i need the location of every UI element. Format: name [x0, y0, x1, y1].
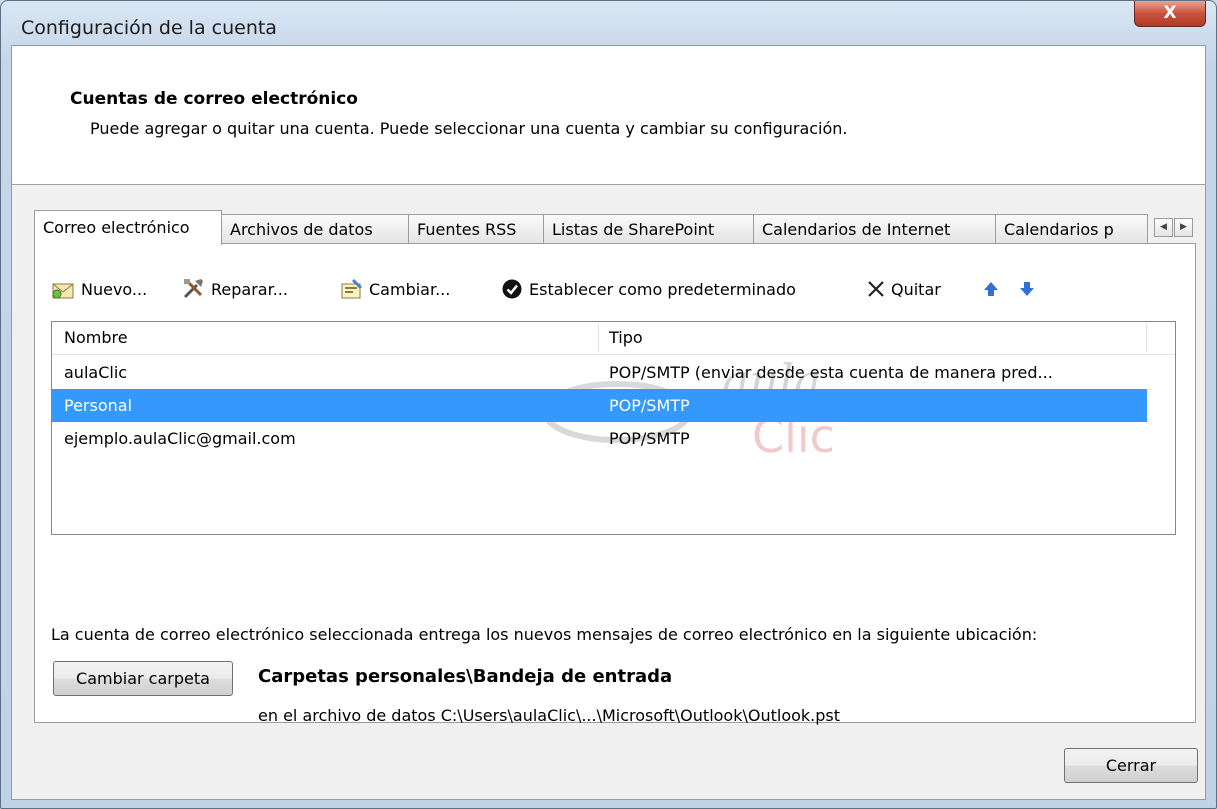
header-description: Puede agregar o quitar una cuenta. Puede…: [90, 119, 848, 138]
account-type: POP/SMTP (enviar desde esta cuenta de ma…: [609, 363, 1053, 382]
new-account-button[interactable]: Nuevo...: [51, 274, 147, 304]
account-type: POP/SMTP: [609, 429, 690, 448]
dialog-header: Cuentas de correo electrónico Puede agre…: [12, 46, 1205, 185]
tab-published-calendars[interactable]: Calendarios p: [995, 214, 1148, 244]
email-tab-panel: Nuevo... Reparar... Cambiar... Establece…: [34, 243, 1196, 725]
header-title: Cuentas de correo electrónico: [70, 89, 358, 109]
repair-account-button[interactable]: Reparar...: [181, 274, 288, 304]
change-folder-button[interactable]: Cambiar carpeta: [53, 661, 233, 696]
column-separator[interactable]: [598, 324, 599, 352]
delivery-location-info: La cuenta de correo electrónico seleccio…: [51, 625, 1038, 644]
change-account-label: Cambiar...: [369, 279, 451, 299]
move-down-button[interactable]: [1017, 274, 1041, 304]
arrow-down-icon: [1020, 282, 1034, 296]
list-header: Nombre Tipo: [52, 322, 1175, 355]
set-default-label: Establecer como predeterminado: [529, 279, 796, 299]
accounts-list[interactable]: aula Clic Nombre Tipo aulaClic POP/SMTP …: [51, 321, 1176, 535]
delivery-folder: Carpetas personales\Bandeja de entrada: [258, 666, 673, 687]
tab-data-files[interactable]: Archivos de datos: [221, 214, 409, 244]
account-name: aulaClic: [64, 363, 128, 382]
tab-scroll-left-button[interactable]: ◀: [1154, 218, 1173, 237]
change-account-button[interactable]: Cambiar...: [339, 274, 450, 304]
tab-rss-feeds[interactable]: Fuentes RSS: [408, 214, 544, 244]
change-settings-icon: [341, 278, 363, 299]
tab-strip: Correo electrónico Archivos de datos Fue…: [34, 210, 1196, 245]
accounts-toolbar: Nuevo... Reparar... Cambiar... Establece…: [51, 274, 1171, 304]
repair-account-label: Reparar...: [211, 279, 288, 299]
title-bar[interactable]: Configuración de la cuenta X: [1, 1, 1216, 47]
column-name-header[interactable]: Nombre: [64, 322, 128, 354]
arrow-up-icon: [984, 282, 998, 296]
account-row[interactable]: Personal POP/SMTP: [52, 389, 1147, 422]
tab-internet-calendars[interactable]: Calendarios de Internet: [753, 214, 996, 244]
remove-account-button[interactable]: Quitar: [865, 274, 941, 304]
move-up-button[interactable]: [981, 274, 1005, 304]
new-account-label: Nuevo...: [81, 279, 148, 299]
tab-email[interactable]: Correo electrónico: [34, 210, 222, 245]
close-icon: X: [1163, 3, 1177, 23]
repair-tools-icon: [183, 279, 203, 299]
close-window-button[interactable]: X: [1134, 1, 1206, 27]
remove-x-icon: [868, 281, 884, 297]
column-type-header[interactable]: Tipo: [609, 322, 643, 354]
dialog-client: Cuentas de correo electrónico Puede agre…: [11, 45, 1206, 800]
close-button[interactable]: Cerrar: [1064, 748, 1198, 783]
data-file-path: en el archivo de datos C:\Users\aulaClic…: [258, 706, 841, 725]
account-name: Personal: [64, 396, 133, 415]
tab-scroll-right-button[interactable]: ▶: [1174, 218, 1193, 237]
account-settings-window: Configuración de la cuenta X Cuentas de …: [0, 0, 1217, 809]
remove-account-label: Quitar: [891, 279, 941, 299]
account-row[interactable]: ejemplo.aulaClic@gmail.com POP/SMTP: [52, 422, 1147, 455]
set-default-button[interactable]: Establecer como predeterminado: [501, 274, 796, 304]
account-type: POP/SMTP: [609, 396, 690, 415]
tab-sharepoint-lists[interactable]: Listas de SharePoint: [543, 214, 754, 244]
column-separator[interactable]: [1146, 324, 1147, 352]
account-row[interactable]: aulaClic POP/SMTP (enviar desde esta cue…: [52, 356, 1147, 389]
checkmark-circle-icon: [502, 279, 522, 299]
window-title: Configuración de la cuenta: [21, 17, 277, 39]
account-name: ejemplo.aulaClic@gmail.com: [64, 429, 296, 448]
new-mail-icon: [52, 283, 74, 299]
